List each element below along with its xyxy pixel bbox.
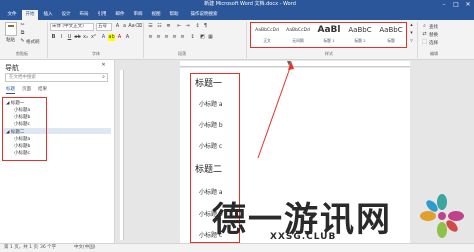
status-bar xyxy=(0,243,474,252)
status-word-count[interactable]: 36 个字 xyxy=(40,244,56,252)
status-language[interactable]: 中文(中国) xyxy=(74,244,96,252)
watermark-url: XXSG.CLUB xyxy=(270,232,337,242)
watermark-logo-icon xyxy=(420,194,464,238)
status-page[interactable]: 第 1 页，共 1 页 xyxy=(4,244,38,252)
